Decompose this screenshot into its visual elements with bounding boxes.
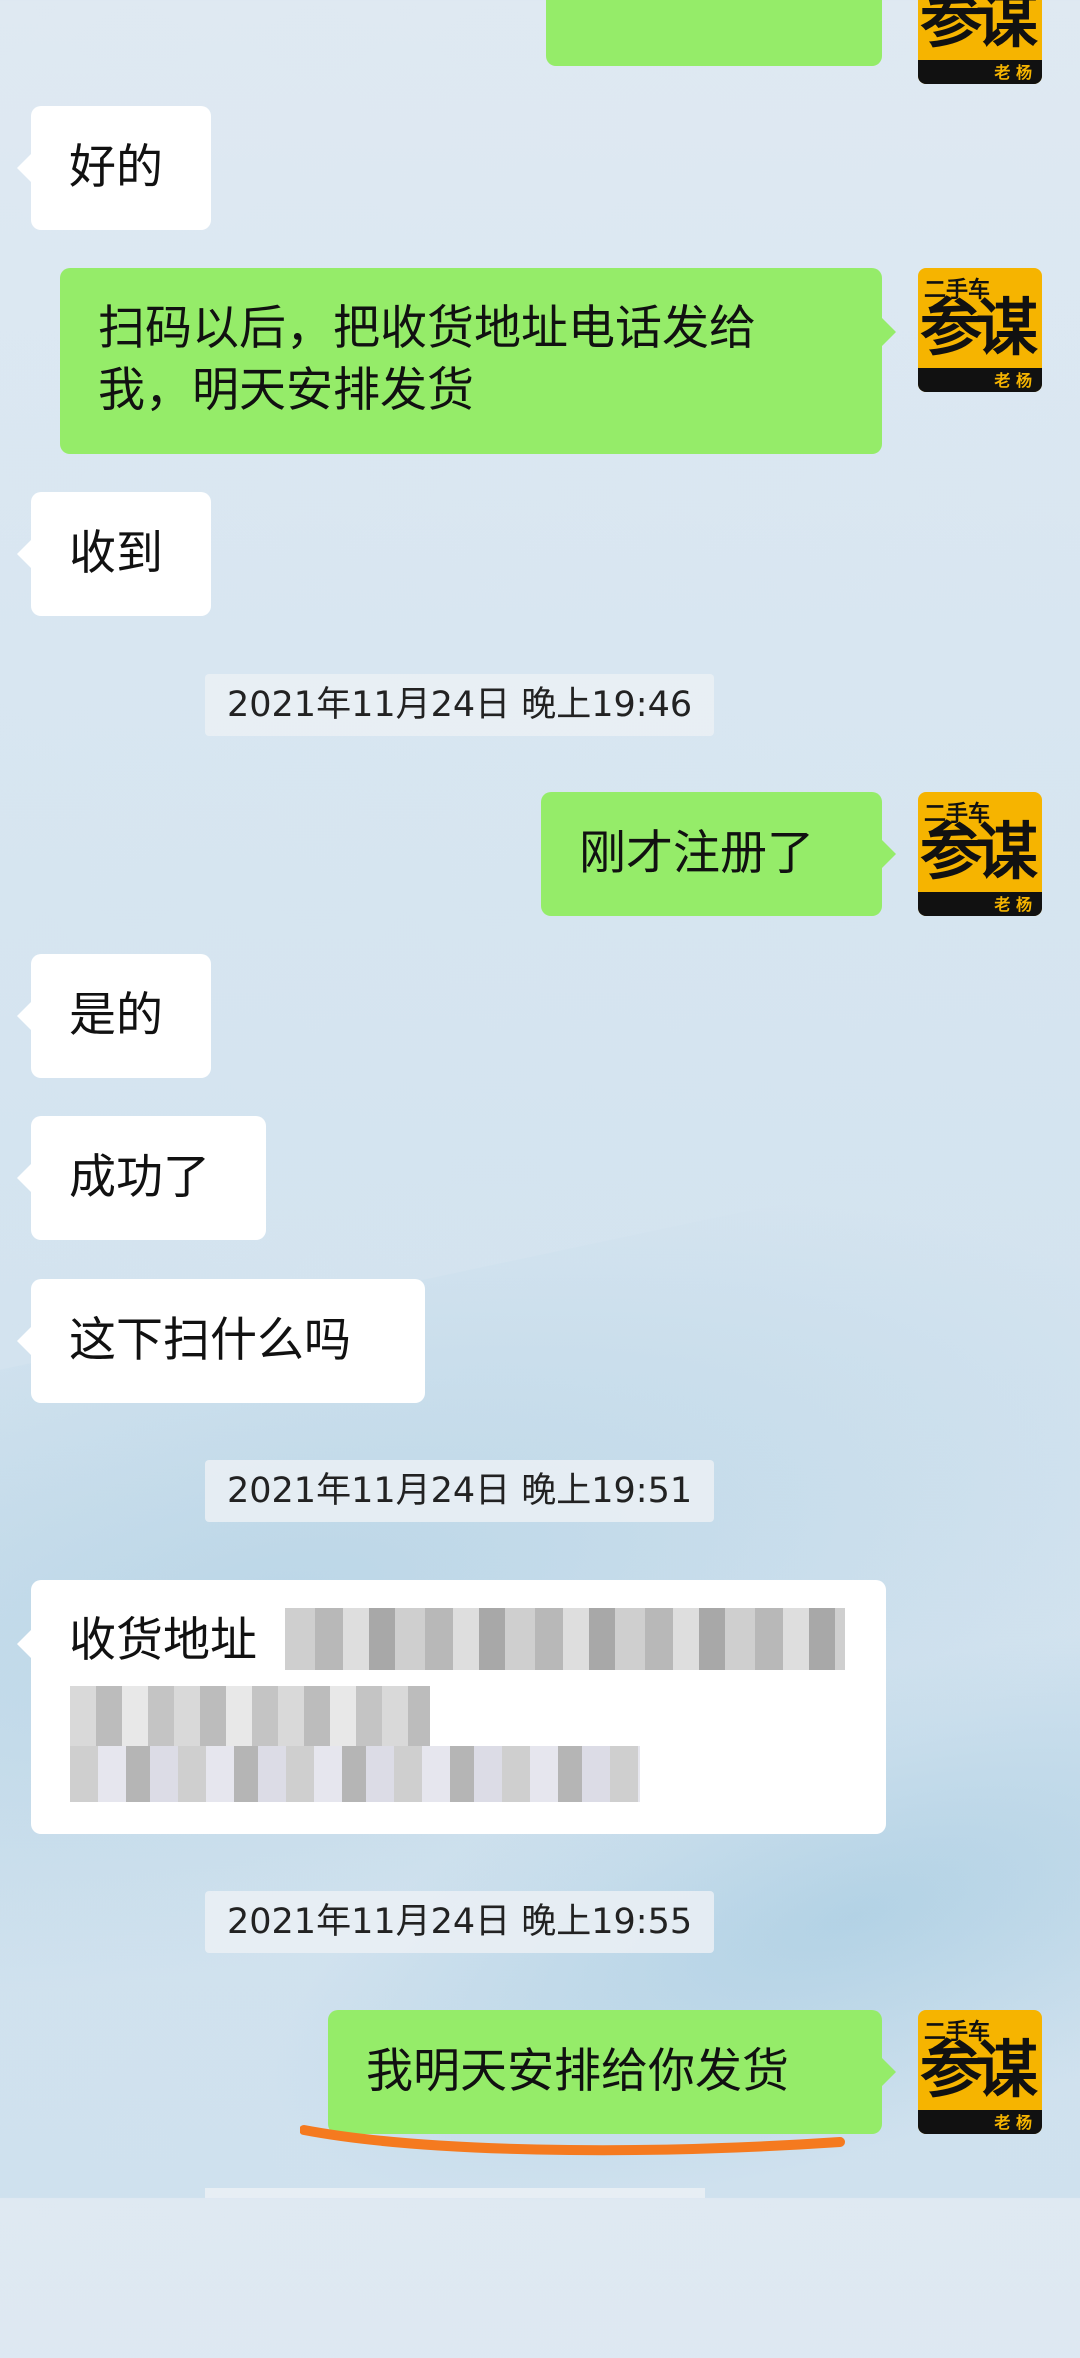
avatar[interactable]: 二手车 参谋 老 杨 [918, 792, 1042, 916]
redacted-text [70, 1746, 640, 1802]
avatar-name: 老 杨 [994, 895, 1032, 914]
message-bubble-other[interactable]: 好的 [17, 106, 211, 230]
avatar-name: 老 杨 [994, 63, 1032, 82]
message-bubble-other[interactable]: 这下扫什么吗 [17, 1279, 425, 1403]
avatar-logo-text: 参谋 [920, 2033, 1038, 2106]
message-bubble-other[interactable]: 收到 [17, 492, 211, 616]
avatar-logo-text: 参谋 [920, 815, 1038, 888]
message-bubble-self[interactable]: 扫码以后，把收货地址电话发给 我，明天安排发货 [60, 268, 896, 454]
message-bubble-other[interactable]: 是的 [17, 954, 211, 1078]
redacted-text [285, 1608, 845, 1670]
message-text: 好的 [69, 140, 163, 195]
message-bubble-self-partial[interactable] [546, 0, 882, 66]
message-text: 我明天安排给你发货 [366, 2044, 789, 2099]
timestamp: 2021年11月24日 晚上19:46 [205, 674, 715, 736]
message-text: 这下扫什么吗 [69, 1313, 351, 1368]
avatar[interactable]: 二手车 参谋 老 杨 [918, 268, 1042, 392]
avatar[interactable]: 二手车 参谋 老 杨 [918, 2010, 1042, 2134]
avatar-logo-text: 参谋 [920, 291, 1038, 364]
timestamp: 2021年11月24日 晚上19:55 [205, 1891, 715, 1953]
message-bubble-other[interactable]: 成功了 [17, 1116, 266, 1240]
message-text: 收到 [69, 526, 163, 581]
message-text: 成功了 [69, 1150, 210, 1205]
message-text: 收货地址 [69, 1613, 257, 1668]
avatar-name: 老 杨 [994, 371, 1032, 390]
message-text: 我，明天安排发货 [98, 363, 474, 418]
message-text: 是的 [69, 988, 163, 1043]
avatar-logo-text: 参谋 [920, 0, 1038, 56]
highlight-underline [300, 2125, 845, 2156]
timestamp: 2021年11月24日 晚上19:51 [205, 1460, 715, 1522]
message-text: 扫码以后，把收货地址电话发给 [98, 301, 756, 356]
message-bubble-self[interactable]: 刚才注册了 [541, 792, 896, 916]
message-text: 刚才注册了 [579, 826, 814, 881]
avatar[interactable]: 二手车 参谋 老 杨 [918, 0, 1042, 84]
redacted-text [70, 1686, 430, 1746]
avatar-name: 老 杨 [994, 2113, 1032, 2132]
timestamp-partial [205, 2188, 705, 2198]
